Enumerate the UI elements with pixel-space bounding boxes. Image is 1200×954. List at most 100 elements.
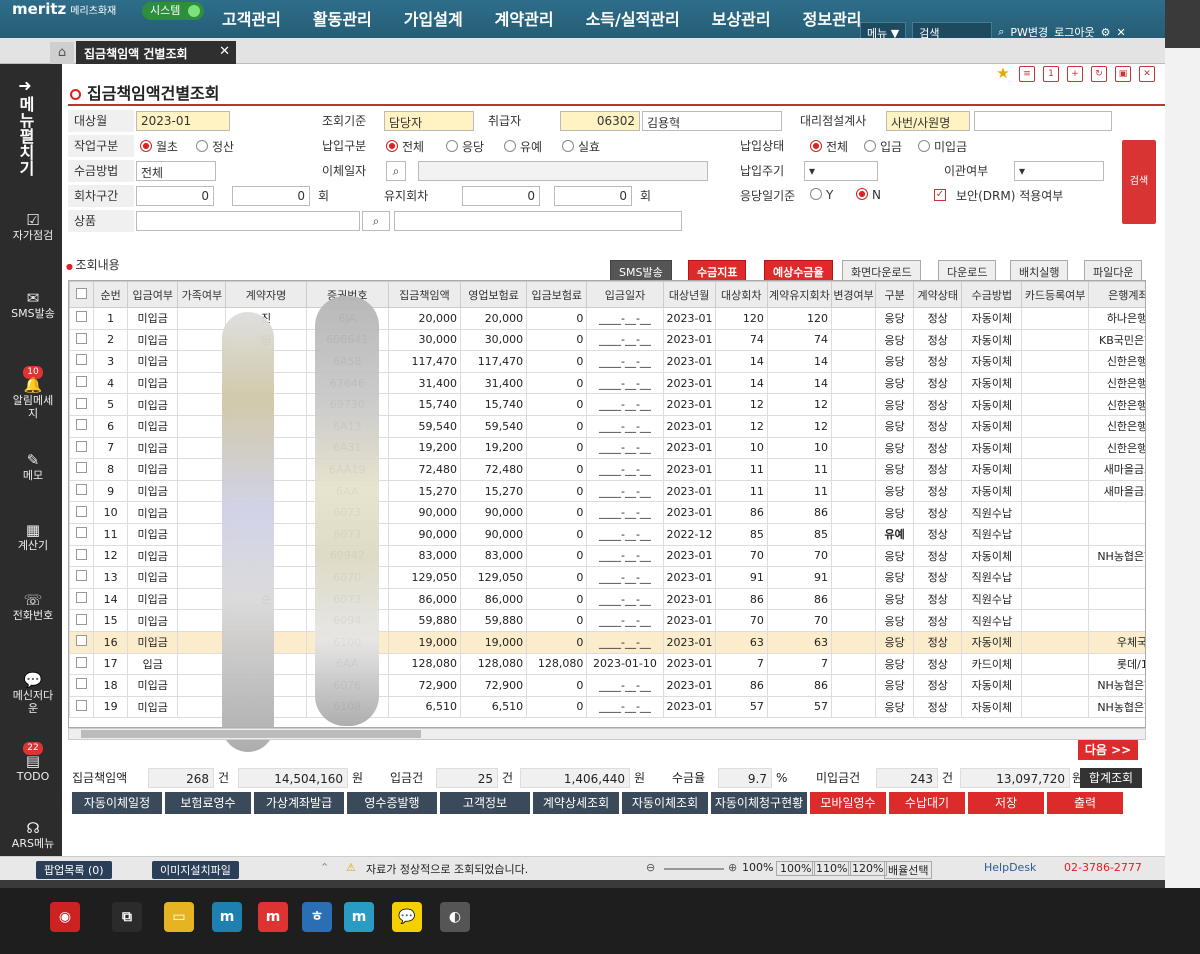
calendar-icon[interactable]: 1 [1043, 66, 1059, 82]
column-header[interactable]: 입금보험료 [526, 281, 588, 308]
main-nav-item[interactable]: 보상관리 [712, 6, 771, 30]
total-inquiry-button[interactable]: 합계조회 [1080, 768, 1142, 788]
main-nav-item[interactable]: 고객관리 [222, 6, 281, 30]
rail-item[interactable]: ☏ 전화번호 [10, 593, 56, 623]
row-checkbox[interactable] [76, 527, 88, 539]
row-checkbox[interactable] [76, 376, 88, 388]
row-checkbox[interactable] [76, 505, 88, 517]
main-nav-item[interactable]: 계약관리 [495, 6, 554, 30]
due-radio-n[interactable]: N [856, 188, 881, 202]
action-button[interactable]: 자동이체일정 [72, 792, 162, 814]
action-button[interactable]: 출력 [1047, 792, 1123, 814]
action-button[interactable]: 저장 [968, 792, 1044, 814]
product-name-input[interactable] [394, 211, 682, 231]
horizontal-scrollbar[interactable] [68, 728, 1146, 740]
action-button[interactable]: 계약상세조회 [533, 792, 619, 814]
row-checkbox[interactable] [76, 419, 88, 431]
close-window-icon[interactable]: ✕ [1139, 66, 1155, 82]
zoom-out-icon[interactable]: ⊖ [646, 861, 655, 874]
work-type-radio-1[interactable]: 정산 [196, 138, 234, 155]
target-month-input[interactable]: 2023-01 [136, 111, 230, 131]
action-button[interactable]: 영수증발행 [347, 792, 437, 814]
column-header[interactable]: 계약자명 [225, 281, 307, 308]
transfer-date-input[interactable] [418, 161, 708, 181]
main-nav-item[interactable]: 정보관리 [803, 6, 862, 30]
meritz-app-icon[interactable]: m [212, 902, 242, 932]
pay-type-radio-1[interactable]: 응당 [446, 138, 484, 155]
zoom-120-button[interactable]: 120% [848, 861, 888, 876]
system-toggle[interactable]: 시스템 [142, 2, 205, 20]
kakaotalk-icon[interactable]: 💬 [392, 902, 422, 932]
row-checkbox[interactable] [76, 462, 88, 474]
pay-status-radio-1[interactable]: 입금 [864, 138, 902, 155]
zoom-slider[interactable] [664, 868, 724, 870]
action-button[interactable]: 모바일영수 [810, 792, 886, 814]
pay-type-radio-2[interactable]: 유예 [504, 138, 542, 155]
search-button[interactable]: 검색 [1122, 140, 1156, 224]
sms-button[interactable]: SMS발송 [610, 260, 672, 282]
row-checkbox[interactable] [76, 484, 88, 496]
rail-item[interactable]: 10 🔔 알림메세지 [10, 364, 56, 420]
main-nav-item[interactable]: 활동관리 [313, 6, 372, 30]
pay-cycle-select[interactable]: ▾ [804, 161, 878, 181]
column-header[interactable]: 수금방법 [961, 281, 1023, 308]
row-checkbox[interactable] [76, 332, 88, 344]
column-header[interactable]: 입금여부 [127, 281, 179, 308]
round-from-input[interactable]: 0 [136, 186, 214, 206]
handler-name-input[interactable]: 김용혁 [642, 111, 782, 131]
column-header[interactable]: 대상회차 [714, 281, 768, 308]
row-checkbox[interactable] [76, 311, 88, 323]
action-button[interactable]: 자동이체청구현황 [711, 792, 807, 814]
search-icon[interactable]: ⌕ [998, 25, 1004, 39]
zoom-110-button[interactable]: 110% [812, 861, 852, 876]
home-icon[interactable]: ⌂ [50, 42, 74, 64]
rail-item[interactable]: ☊ ARS메뉴 [10, 821, 56, 851]
meritz-app-icon-2[interactable]: m [344, 902, 374, 932]
handler-code-input[interactable]: 06302 [560, 111, 640, 131]
row-checkbox[interactable] [76, 440, 88, 452]
keep-to-input[interactable]: 0 [554, 186, 632, 206]
column-header[interactable]: 구분 [875, 281, 915, 308]
action-button[interactable]: 고객정보 [440, 792, 530, 814]
round-to-input[interactable]: 0 [232, 186, 310, 206]
collect-index-button[interactable]: 수금지표 [688, 260, 747, 282]
pay-status-radio-2[interactable]: 미입금 [918, 138, 967, 155]
list-icon[interactable]: ≡ [1019, 66, 1035, 82]
product-search-icon[interactable]: ⌕ [362, 211, 390, 231]
close-icon[interactable]: ✕ [1116, 26, 1125, 39]
pay-status-radio-0[interactable]: 전체 [810, 138, 848, 155]
row-checkbox[interactable] [76, 570, 88, 582]
rail-item[interactable]: ▦ 계산기 [10, 523, 56, 553]
keep-from-input[interactable]: 0 [462, 186, 540, 206]
file-download-button[interactable]: 파일다운 [1084, 260, 1143, 282]
add-icon[interactable]: + [1067, 66, 1083, 82]
action-button[interactable]: 수납대기 [889, 792, 965, 814]
rail-item[interactable]: 💬 메신저다운 [10, 673, 56, 716]
select-all-checkbox[interactable] [69, 281, 95, 308]
column-header[interactable]: 은행계좌 [1087, 281, 1145, 308]
row-checkbox[interactable] [76, 656, 88, 668]
row-checkbox[interactable] [76, 678, 88, 690]
pay-type-radio-0[interactable]: 전체 [386, 138, 424, 155]
popup-list-button[interactable]: 팝업목록 (0) [36, 861, 112, 879]
batch-button[interactable]: 배치실행 [1010, 260, 1069, 282]
refresh-icon[interactable]: ↻ [1091, 66, 1107, 82]
action-button[interactable]: 자동이체조회 [622, 792, 708, 814]
transfer-flag-select[interactable]: ▾ [1014, 161, 1104, 181]
main-nav-item[interactable]: 소득/실적관리 [586, 6, 680, 30]
chevron-up-icon[interactable]: ⌃ [320, 861, 329, 874]
due-radio-y[interactable]: Y [810, 188, 833, 202]
download-button[interactable]: 다운로드 [938, 260, 997, 282]
menu-expand-button[interactable]: ➜ 메뉴펼치기 [10, 76, 40, 181]
row-checkbox[interactable] [76, 699, 88, 711]
action-button[interactable]: 가상계좌발급 [254, 792, 344, 814]
zoom-100-button[interactable]: 100% [776, 861, 816, 876]
rail-item[interactable]: 22 ▤ TODO [10, 740, 56, 783]
agency-select[interactable]: 사번/사원명 [886, 111, 970, 131]
column-header[interactable]: 카드등록여부 [1021, 281, 1089, 308]
row-checkbox[interactable] [76, 354, 88, 366]
column-header[interactable]: 대상년월 [662, 281, 716, 308]
tab-close-icon[interactable]: ✕ [219, 44, 230, 59]
work-type-radio-0[interactable]: 월초 [140, 138, 178, 155]
screen-download-button[interactable]: 화면다운로드 [842, 260, 921, 282]
